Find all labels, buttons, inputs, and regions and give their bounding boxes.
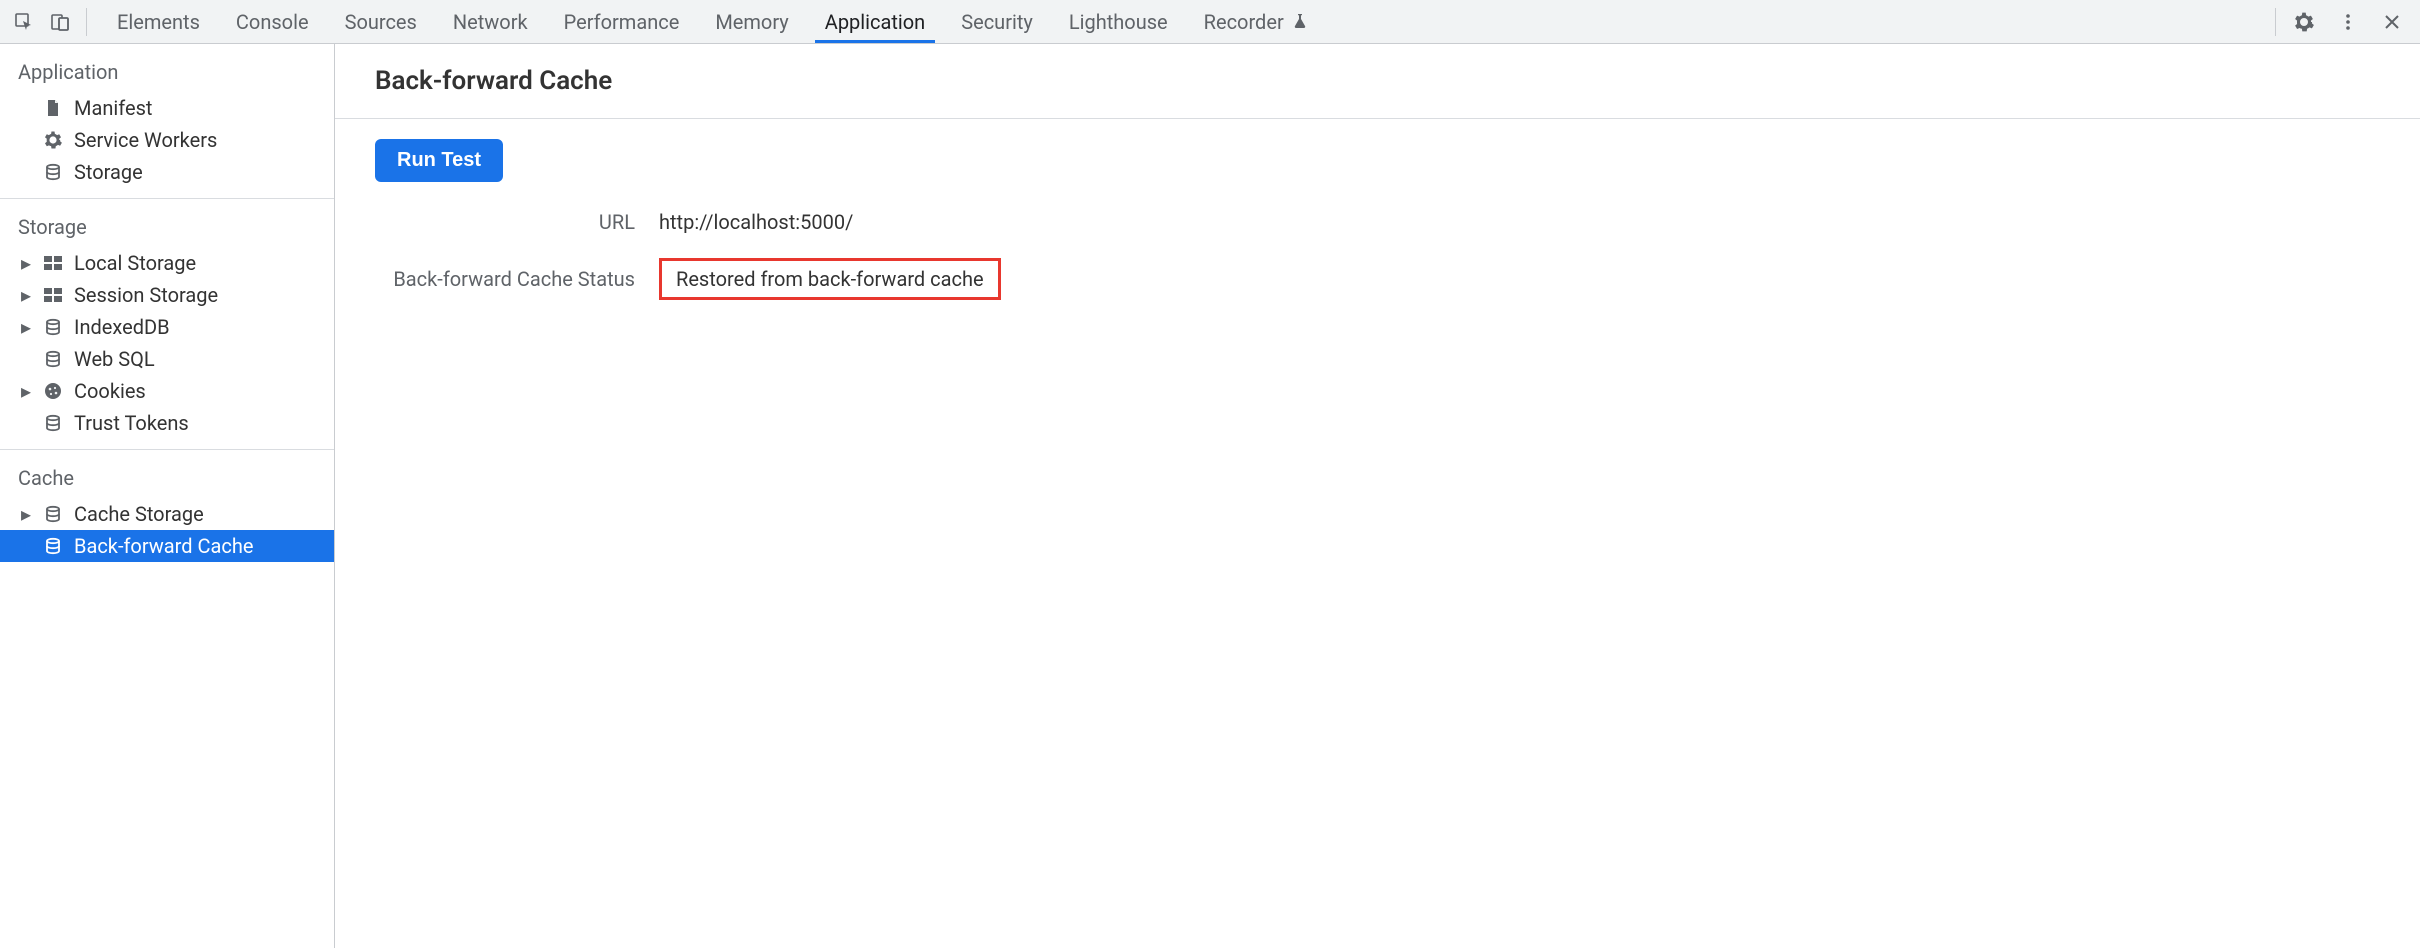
tab-label: Security (961, 10, 1033, 34)
sidebar-item-cookies[interactable]: ▸ Cookies (0, 375, 334, 407)
database-icon (42, 505, 64, 523)
database-icon (42, 537, 64, 555)
tab-recorder[interactable]: Recorder (1186, 0, 1326, 43)
sidebar-heading-storage: Storage (0, 211, 334, 247)
tab-label: Network (453, 10, 528, 34)
tab-network[interactable]: Network (435, 0, 546, 43)
sidebar-item-service-workers[interactable]: ▸ Service Workers (0, 124, 334, 156)
content-heading: Back-forward Cache (335, 44, 2420, 119)
tab-label: Elements (117, 10, 200, 34)
sidebar-item-storage-root[interactable]: ▸ Storage (0, 156, 334, 188)
devtools-topbar: Elements Console Sources Network Perform… (0, 0, 2420, 44)
tab-elements[interactable]: Elements (99, 0, 218, 43)
device-toolbar-icon[interactable] (46, 8, 74, 36)
url-key: URL (375, 210, 635, 234)
database-icon (42, 318, 64, 336)
flask-icon (1292, 10, 1308, 34)
sidebar-item-label: Service Workers (74, 128, 217, 152)
tab-label: Console (236, 10, 309, 34)
chevron-right-icon[interactable]: ▸ (20, 251, 32, 275)
sidebar-item-trust-tokens[interactable]: ▸ Trust Tokens (0, 407, 334, 439)
tab-label: Sources (345, 10, 417, 34)
tab-sources[interactable]: Sources (327, 0, 435, 43)
settings-gear-icon[interactable] (2290, 8, 2318, 36)
tab-memory[interactable]: Memory (697, 0, 806, 43)
run-test-button[interactable]: Run Test (375, 139, 503, 182)
grid-icon (42, 256, 64, 270)
sidebar-item-label: Session Storage (74, 283, 218, 307)
sidebar-item-label: Manifest (74, 96, 152, 120)
database-icon (42, 163, 64, 181)
bfcache-status-value: Restored from back-forward cache (659, 258, 1001, 300)
tab-lighthouse[interactable]: Lighthouse (1051, 0, 1186, 43)
sidebar-section-application: Application ▸ Manifest ▸ Service Workers (0, 56, 334, 198)
content-pane: Back-forward Cache Run Test URL http://l… (335, 44, 2420, 948)
file-icon (42, 99, 64, 117)
sidebar-item-back-forward-cache[interactable]: ▸ Back-forward Cache (0, 530, 334, 562)
chevron-right-icon[interactable]: ▸ (20, 283, 32, 307)
tab-label: Performance (564, 10, 680, 34)
sidebar-heading-cache: Cache (0, 462, 334, 498)
sidebar-section-cache: Cache ▸ Cache Storage ▸ Back-forward Cac… (0, 449, 334, 572)
sidebar-item-label: Storage (74, 160, 143, 184)
application-sidebar: Application ▸ Manifest ▸ Service Workers (0, 44, 335, 948)
tab-label: Memory (715, 10, 788, 34)
sidebar-item-label: Back-forward Cache (74, 534, 254, 558)
chevron-right-icon[interactable]: ▸ (20, 379, 32, 403)
sidebar-heading-application: Application (0, 56, 334, 92)
sidebar-item-indexeddb[interactable]: ▸ IndexedDB (0, 311, 334, 343)
close-devtools-icon[interactable] (2378, 8, 2406, 36)
sidebar-item-local-storage[interactable]: ▸ Local Storage (0, 247, 334, 279)
topbar-left-tools (10, 8, 87, 36)
database-icon (42, 350, 64, 368)
cookie-icon (42, 382, 64, 400)
sidebar-item-label: Local Storage (74, 251, 196, 275)
sidebar-section-storage: Storage ▸ Local Storage ▸ Session Storag… (0, 198, 334, 449)
sidebar-item-session-storage[interactable]: ▸ Session Storage (0, 279, 334, 311)
sidebar-item-label: Trust Tokens (74, 411, 189, 435)
url-value: http://localhost:5000/ (659, 210, 2380, 234)
sidebar-item-label: Cache Storage (74, 502, 204, 526)
sidebar-item-websql[interactable]: ▸ Web SQL (0, 343, 334, 375)
gear-icon (42, 131, 64, 149)
tab-security[interactable]: Security (943, 0, 1051, 43)
grid-icon (42, 288, 64, 302)
bfcache-status-key: Back-forward Cache Status (375, 267, 635, 291)
tab-console[interactable]: Console (218, 0, 327, 43)
chevron-right-icon[interactable]: ▸ (20, 502, 32, 526)
more-options-icon[interactable] (2334, 8, 2362, 36)
tab-label: Application (825, 10, 925, 34)
tab-performance[interactable]: Performance (546, 0, 698, 43)
bfcache-info-grid: URL http://localhost:5000/ Back-forward … (375, 210, 2380, 300)
sidebar-item-label: Cookies (74, 379, 146, 403)
sidebar-item-manifest[interactable]: ▸ Manifest (0, 92, 334, 124)
sidebar-item-label: Web SQL (74, 347, 155, 371)
tab-application[interactable]: Application (807, 0, 943, 43)
chevron-right-icon[interactable]: ▸ (20, 315, 32, 339)
tab-label: Recorder (1204, 10, 1284, 34)
inspect-element-icon[interactable] (10, 8, 38, 36)
sidebar-item-label: IndexedDB (74, 315, 170, 339)
database-icon (42, 414, 64, 432)
sidebar-item-cache-storage[interactable]: ▸ Cache Storage (0, 498, 334, 530)
topbar-right-tools (2275, 8, 2420, 36)
tab-label: Lighthouse (1069, 10, 1168, 34)
devtools-tabs: Elements Console Sources Network Perform… (99, 0, 1326, 43)
content-body: Run Test URL http://localhost:5000/ Back… (335, 119, 2420, 320)
